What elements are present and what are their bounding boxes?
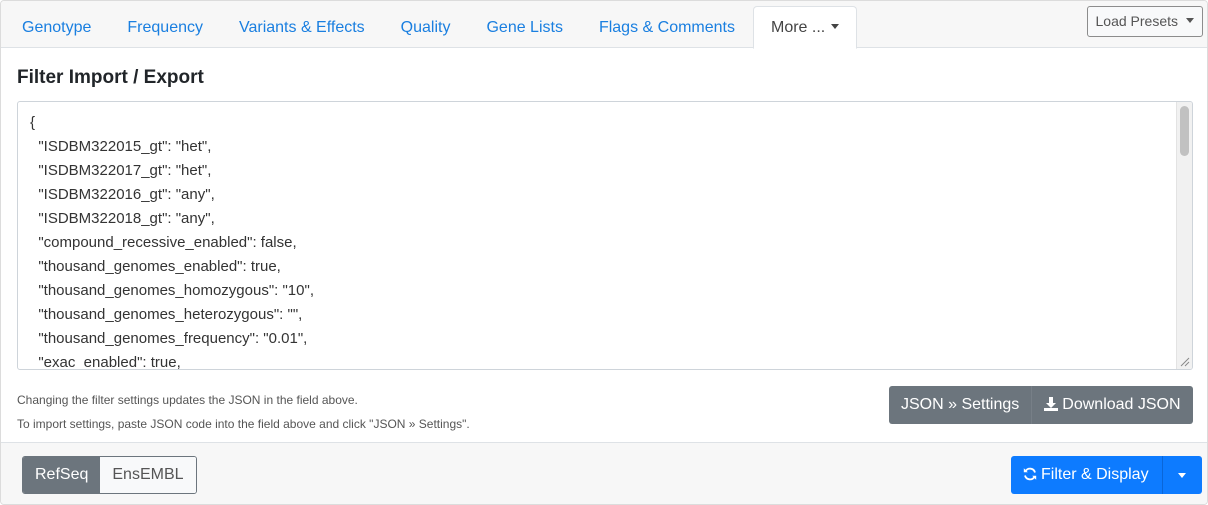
json-line: { bbox=[30, 114, 36, 131]
json-line: "thousand_genomes_enabled": true, bbox=[30, 258, 281, 275]
filter-display-label: Filter & Display bbox=[1041, 466, 1149, 483]
tab-more-dropdown[interactable]: More ... bbox=[753, 6, 858, 49]
download-json-button[interactable]: Download JSON bbox=[1031, 386, 1193, 424]
download-icon bbox=[1044, 397, 1059, 411]
json-line: "thousand_genomes_frequency": "0.01", bbox=[30, 330, 308, 347]
json-line: "ISDBM322017_gt": "het", bbox=[30, 162, 212, 179]
json-text: { "ISDBM322015_gt": "het", "ISDBM322017_… bbox=[30, 111, 314, 370]
download-json-label: Download JSON bbox=[1062, 396, 1181, 413]
json-line: "thousand_genomes_homozygous": "10", bbox=[30, 282, 314, 299]
load-presets-label: Load Presets bbox=[1095, 13, 1179, 29]
scrollbar-thumb[interactable] bbox=[1180, 106, 1189, 156]
card-header: Genotype Frequency Variants & Effects Qu… bbox=[1, 1, 1207, 49]
caret-down-icon bbox=[1186, 18, 1194, 23]
transcript-source-toggle: RefSeq EnsEMBL bbox=[22, 456, 197, 494]
section-title: Filter Import / Export bbox=[17, 67, 204, 88]
json-line: "ISDBM322015_gt": "het", bbox=[30, 138, 212, 155]
json-line: "exac_enabled": true, bbox=[30, 354, 181, 370]
load-presets-button[interactable]: Load Presets bbox=[1086, 6, 1203, 37]
hint-text-import: To import settings, paste JSON code into… bbox=[17, 417, 470, 431]
caret-down-icon bbox=[831, 24, 840, 29]
filter-card: Genotype Frequency Variants & Effects Qu… bbox=[0, 0, 1208, 505]
tab-flags-comments[interactable]: Flags & Comments bbox=[581, 6, 753, 48]
refresh-icon bbox=[1023, 467, 1037, 481]
ensembl-button[interactable]: EnsEMBL bbox=[100, 457, 196, 493]
hint-text-update: Changing the filter settings updates the… bbox=[17, 393, 358, 407]
tab-more-label: More ... bbox=[771, 19, 826, 36]
vertical-scrollbar[interactable] bbox=[1176, 102, 1192, 369]
tab-frequency[interactable]: Frequency bbox=[109, 6, 221, 48]
tab-gene-lists[interactable]: Gene Lists bbox=[468, 6, 580, 48]
json-line: "compound_recessive_enabled": false, bbox=[30, 234, 297, 251]
resize-grip-icon[interactable] bbox=[1179, 356, 1190, 367]
filter-display-button[interactable]: Filter & Display bbox=[1011, 456, 1162, 494]
json-line: "thousand_genomes_heterozygous": "", bbox=[30, 306, 303, 323]
filter-display-dropdown-toggle[interactable] bbox=[1161, 456, 1202, 494]
card-footer: RefSeq EnsEMBL Filter & Display bbox=[1, 442, 1207, 504]
json-line: "ISDBM322016_gt": "any", bbox=[30, 186, 215, 203]
tab-bar: Genotype Frequency Variants & Effects Qu… bbox=[4, 6, 858, 49]
caret-down-icon bbox=[1177, 473, 1186, 478]
tab-quality[interactable]: Quality bbox=[383, 6, 469, 48]
json-textarea[interactable]: { "ISDBM322015_gt": "het", "ISDBM322017_… bbox=[17, 101, 1193, 370]
json-line: "ISDBM322018_gt": "any", bbox=[30, 210, 215, 227]
refseq-button[interactable]: RefSeq bbox=[23, 457, 101, 493]
tab-genotype[interactable]: Genotype bbox=[4, 6, 109, 48]
json-button-group: JSON » Settings Download JSON bbox=[889, 386, 1193, 424]
filter-display-group: Filter & Display bbox=[1011, 456, 1202, 494]
json-to-settings-button[interactable]: JSON » Settings bbox=[889, 386, 1032, 424]
tab-variants-effects[interactable]: Variants & Effects bbox=[221, 6, 383, 48]
